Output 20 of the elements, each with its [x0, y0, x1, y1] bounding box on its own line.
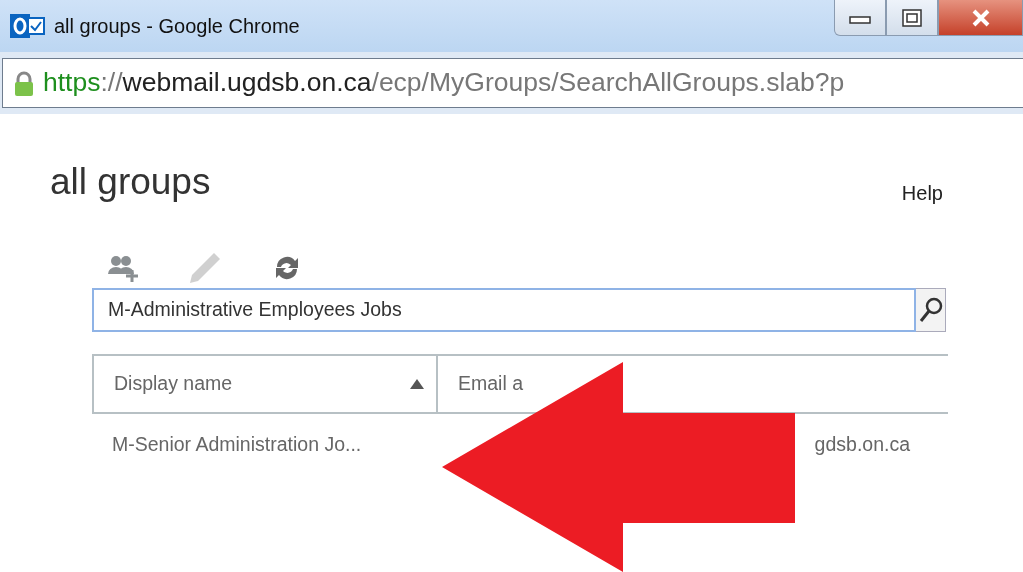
column-header[interactable]: Display name — [94, 355, 438, 412]
column-header[interactable]: Email a — [438, 355, 948, 412]
close-icon — [970, 8, 991, 27]
search-field[interactable]: M-Administrative Employees Jobs — [92, 287, 916, 332]
add-group-icon[interactable] — [108, 253, 138, 282]
column-header-label: Display name — [114, 370, 233, 396]
help-link[interactable]: Help — [901, 177, 943, 208]
window-title: all groups - Google Chrome — [54, 14, 300, 39]
maximize-icon — [902, 8, 922, 27]
app-icon — [10, 12, 46, 40]
maximize-button[interactable] — [886, 0, 938, 36]
url-text: https://webmail.ugdsb.on.ca/ecp/MyGroups/SearchAllGroups.slab?p — [43, 66, 845, 100]
page-title: all groups — [50, 160, 211, 204]
close-button[interactable] — [938, 0, 1023, 36]
minimize-button[interactable] — [834, 0, 886, 36]
table-cell-text: M-Senior Administration Jo... — [111, 431, 363, 457]
column-header-label: Email a — [458, 370, 524, 396]
table-cell-text: gdsb.on.ca — [813, 431, 911, 457]
search-button[interactable] — [916, 287, 946, 332]
address-bar[interactable]: https://webmail.ugdsb.on.ca/ecp/MyGroups/SearchAllGroups.slab?p — [2, 58, 1023, 108]
